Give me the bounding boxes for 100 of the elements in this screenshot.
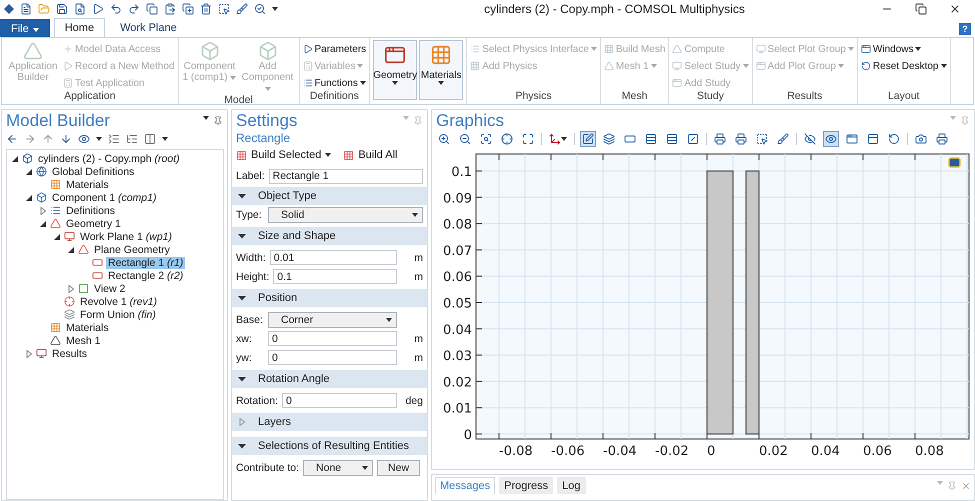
document-search-icon[interactable] — [74, 3, 86, 15]
toolbar-button[interactable] — [733, 131, 749, 147]
toolbar-button[interactable] — [643, 131, 659, 147]
paste-icon[interactable] — [164, 3, 176, 15]
redo-icon[interactable] — [128, 3, 140, 15]
arrow-right-icon[interactable] — [24, 133, 36, 145]
section-header[interactable]: Selections of Resulting Entities — [232, 437, 427, 455]
input-field[interactable]: 0.01 — [270, 250, 397, 265]
toolbar-button[interactable] — [712, 131, 728, 147]
file-menu-button[interactable]: File — [0, 19, 50, 37]
ribbon-button[interactable]: Parameters — [302, 42, 366, 56]
input-field[interactable]: Rectangle 1 — [268, 168, 423, 184]
toolbar-button[interactable] — [802, 131, 818, 147]
select-box-icon[interactable] — [218, 3, 230, 15]
search-icon[interactable] — [254, 3, 266, 15]
columns-icon[interactable] — [144, 133, 156, 145]
document-icon[interactable] — [20, 3, 32, 15]
trash-icon[interactable] — [200, 3, 212, 15]
ribbon-button[interactable]: Windows — [860, 42, 946, 56]
section-header[interactable]: Rotation Angle — [232, 370, 427, 388]
tree-item[interactable]: View 2 — [92, 282, 128, 294]
arrow-down-icon[interactable] — [60, 133, 72, 145]
ribbon-button[interactable]: Reset Desktop — [860, 59, 946, 73]
collapse-arrow-icon[interactable] — [53, 232, 61, 240]
tree-item[interactable]: Definitions — [64, 204, 118, 216]
panel-tab[interactable]: Progress — [499, 477, 554, 494]
build-button[interactable]: Build All — [343, 149, 398, 161]
arrow-up-icon[interactable] — [42, 133, 54, 145]
ribbon-tab[interactable]: Work Plane — [109, 18, 188, 37]
build-button[interactable]: Build Selected — [236, 149, 332, 161]
tree-item[interactable]: Global Definitions — [50, 166, 136, 178]
toolbar-button[interactable] — [601, 131, 617, 147]
toolbar-button[interactable] — [685, 131, 701, 147]
tree-item[interactable]: Geometry 1 — [64, 218, 123, 230]
toolbar-button[interactable] — [520, 131, 536, 147]
tree-item[interactable]: Rectangle 1 (r1) — [106, 256, 186, 268]
ribbon-button[interactable]: Functions — [302, 76, 366, 90]
toolbar-button[interactable] — [934, 131, 950, 147]
tree-item[interactable]: Work Plane 1 (wp1) — [78, 230, 174, 242]
copy-icon[interactable] — [146, 3, 158, 15]
section-header[interactable]: Object Type — [232, 187, 427, 205]
tree-item[interactable]: Form Union (fin) — [78, 308, 158, 320]
expand-arrow-icon[interactable] — [39, 206, 47, 214]
ribbon-button[interactable]: Geometry — [373, 40, 418, 100]
dropdown[interactable]: None — [303, 460, 374, 476]
toolbar-button[interactable] — [457, 131, 473, 147]
ribbon-tab[interactable]: Home — [54, 18, 106, 37]
save-icon[interactable] — [56, 3, 68, 15]
tree-item[interactable]: Revolve 1 (rev1) — [78, 296, 160, 308]
duplicate-icon[interactable] — [182, 3, 194, 15]
collapse-arrow-icon[interactable] — [67, 246, 75, 254]
toolbar-button[interactable] — [478, 131, 494, 147]
input-field[interactable]: 0 — [268, 350, 397, 365]
color-scale-icon[interactable] — [948, 157, 961, 168]
pin-icon[interactable] — [213, 116, 223, 126]
brush-icon[interactable] — [236, 3, 248, 15]
tree-item[interactable]: Results — [50, 348, 90, 360]
expand-all-icon[interactable] — [126, 133, 138, 145]
collapse-arrow-icon[interactable] — [25, 168, 33, 176]
section-header[interactable]: Size and Shape — [232, 227, 427, 245]
restore-icon[interactable] — [915, 3, 927, 15]
toolbar-button[interactable] — [436, 131, 452, 147]
panel-tab[interactable]: Log — [557, 477, 586, 494]
help-button[interactable]: ? — [959, 23, 971, 35]
tree-item[interactable]: Materials — [64, 322, 111, 334]
tree-item[interactable]: Mesh 1 — [64, 334, 102, 346]
undo-icon[interactable] — [110, 3, 122, 15]
toolbar-button[interactable] — [886, 131, 902, 147]
toolbar-button[interactable] — [499, 131, 515, 147]
tree-item[interactable]: Component 1 (comp1) — [50, 192, 158, 204]
toolbar-button[interactable] — [547, 131, 569, 147]
toolbar-button[interactable] — [754, 131, 770, 147]
ribbon-button[interactable]: Materials — [419, 40, 464, 100]
toolbar-button[interactable] — [775, 131, 791, 147]
tree-item[interactable]: Materials — [64, 178, 111, 190]
dropdown[interactable]: Corner — [268, 312, 397, 328]
input-field[interactable]: 0 — [268, 331, 397, 346]
input-field[interactable]: 0.1 — [273, 269, 397, 284]
dropdown[interactable]: Solid — [268, 206, 423, 222]
collapse-arrow-icon[interactable] — [25, 194, 33, 202]
arrow-left-icon[interactable] — [6, 133, 18, 145]
panel-tab[interactable]: Messages — [435, 477, 496, 494]
expand-arrow-icon[interactable] — [25, 350, 33, 358]
expand-arrow-icon[interactable] — [67, 284, 75, 292]
section-header[interactable]: Layers — [232, 413, 427, 431]
tree-item[interactable]: cylinders (2) - Copy.mph (root) — [36, 152, 182, 164]
section-header[interactable]: Position — [232, 289, 427, 307]
eye-icon[interactable] — [78, 133, 90, 145]
toolbar-button[interactable] — [664, 131, 680, 147]
collapse-arrow-icon[interactable] — [39, 220, 47, 228]
input-field[interactable]: 0 — [282, 393, 397, 408]
toolbar-button[interactable] — [865, 131, 881, 147]
play-icon[interactable] — [92, 3, 104, 15]
tree-item[interactable]: Rectangle 2 (r2) — [106, 270, 186, 282]
collapse-arrow-icon[interactable] — [11, 154, 19, 162]
app-logo-icon[interactable] — [4, 4, 14, 14]
close-icon[interactable] — [949, 3, 961, 15]
tree-item[interactable]: Plane Geometry — [92, 244, 172, 256]
collapse-all-icon[interactable] — [108, 133, 120, 145]
new-button[interactable]: New — [377, 460, 420, 476]
